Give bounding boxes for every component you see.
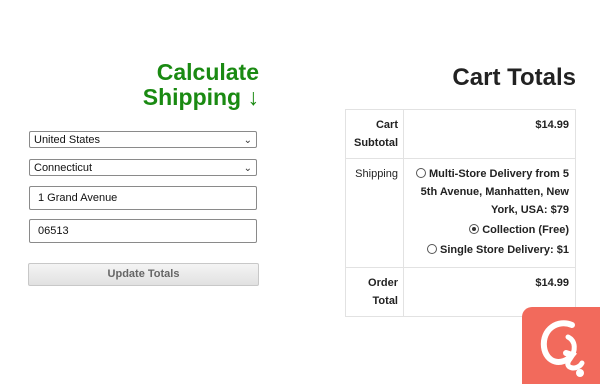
brand-logo-icon [522,307,600,384]
calculate-shipping-title-line2: Shipping ↓ [142,84,259,110]
state-select[interactable]: Connecticut ⌄ [29,159,257,176]
country-select[interactable]: United States ⌄ [29,131,257,148]
cart-totals-table: Cart Subtotal $14.99 Shipping Multi-Stor… [345,109,576,317]
chevron-down-icon: ⌄ [243,135,252,146]
calculate-shipping-title: Calculate Shipping ↓ [100,60,259,110]
subtotal-label: Cart Subtotal [345,109,404,159]
shipping-option-single-store-label: Single Store Delivery: $1 [440,244,569,256]
shipping-label: Shipping [345,158,404,268]
cart-totals-title: Cart Totals [452,64,576,91]
order-total-label-line2: Total [372,295,398,307]
country-select-value: United States [34,134,101,146]
update-totals-button[interactable]: Update Totals [28,263,259,286]
subtotal-row: Cart Subtotal $14.99 [345,109,576,159]
shipping-option-collection[interactable]: Collection (Free) [410,221,569,239]
shipping-option-multistore-label: Multi-Store Delivery from 5 5th Avenue, … [420,168,569,216]
chevron-down-icon: ⌄ [243,163,252,174]
calculate-shipping-title-line1: Calculate [156,59,259,85]
shipping-options: Multi-Store Delivery from 5 5th Avenue, … [403,158,576,268]
subtotal-label-line2: Subtotal [354,137,398,149]
shipping-option-collection-label: Collection (Free) [482,224,569,236]
subtotal-label-line1: Cart [375,119,398,131]
order-total-label-line1: Order [368,277,398,289]
shipping-option-single-store[interactable]: Single Store Delivery: $1 [410,241,569,259]
radio-checked-icon[interactable] [469,224,480,234]
subtotal-value: $14.99 [535,119,569,131]
shipping-option-multistore[interactable]: Multi-Store Delivery from 5 5th Avenue, … [410,165,569,219]
radio-icon[interactable] [427,244,437,254]
shipping-row: Shipping Multi-Store Delivery from 5 5th… [345,158,576,268]
postcode-field[interactable]: 06513 [29,219,257,243]
radio-icon[interactable] [416,168,427,178]
address-field[interactable]: 1 Grand Avenue [29,186,257,210]
state-select-value: Connecticut [34,162,93,174]
order-total-label: Order Total [345,267,404,317]
